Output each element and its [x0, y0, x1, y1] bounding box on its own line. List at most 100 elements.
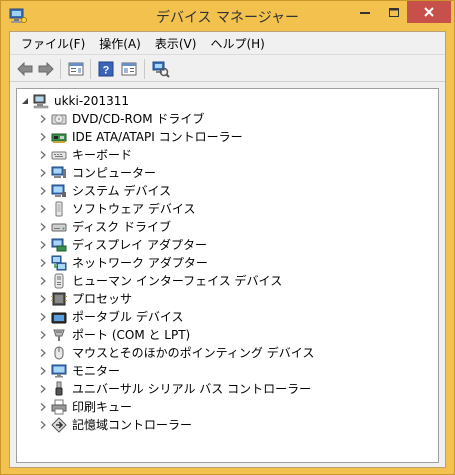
tree-item-label: システム デバイス: [72, 184, 172, 198]
expand-arrow-icon[interactable]: [38, 402, 48, 412]
tree-item[interactable]: ポート (COM と LPT): [17, 326, 438, 344]
properties-button[interactable]: [67, 60, 85, 78]
forward-icon: [38, 62, 54, 76]
system-device-icon: [51, 184, 66, 197]
maximize-button[interactable]: [381, 1, 407, 23]
tree-item[interactable]: ソフトウェア デバイス: [17, 200, 438, 218]
tree-item-label: コンピューター: [72, 166, 157, 180]
expand-arrow-icon[interactable]: [38, 366, 48, 376]
expand-arrow-icon[interactable]: [38, 114, 48, 124]
maximize-icon: [389, 7, 399, 17]
tree-item-label: ユニバーサル シリアル バス コントローラー: [72, 382, 312, 396]
hid-icon: [54, 273, 64, 289]
tree-item[interactable]: ユニバーサル シリアル バス コントローラー: [17, 380, 438, 398]
expand-arrow-icon[interactable]: [38, 222, 48, 232]
tree-item[interactable]: プロセッサ: [17, 290, 438, 308]
tree-item-label: DVD/CD-ROM ドライブ: [72, 112, 205, 126]
menu-help[interactable]: ヘルプ(H): [203, 33, 271, 54]
tree-item[interactable]: ディスプレイ アダプター: [17, 236, 438, 254]
close-button[interactable]: [407, 1, 451, 23]
back-button[interactable]: [16, 60, 34, 78]
menu-action[interactable]: 操作(A): [92, 33, 148, 54]
tree-item[interactable]: DVD/CD-ROM ドライブ: [17, 110, 438, 128]
dvd-drive-icon: [51, 114, 67, 125]
expand-arrow-icon[interactable]: [38, 204, 48, 214]
computer-root-icon: [33, 94, 49, 109]
display-adapter-icon: [51, 238, 67, 252]
forward-button[interactable]: [37, 60, 55, 78]
toolbar-separator: [60, 59, 61, 79]
view-button[interactable]: [120, 60, 138, 78]
expand-arrow-icon[interactable]: [38, 348, 48, 358]
tree-item[interactable]: システム デバイス: [17, 182, 438, 200]
expand-arrow-icon[interactable]: [38, 330, 48, 340]
expand-arrow-icon[interactable]: [38, 240, 48, 250]
title-bar[interactable]: デバイス マネージャー: [1, 1, 454, 31]
expand-arrow-icon[interactable]: [38, 294, 48, 304]
expand-arrow-icon[interactable]: [38, 258, 48, 268]
tree-item-label: ヒューマン インターフェイス デバイス: [72, 274, 283, 288]
tree-item-label: ソフトウェア デバイス: [72, 202, 196, 216]
expand-arrow-icon[interactable]: [38, 132, 48, 142]
back-icon: [17, 62, 33, 76]
help-button[interactable]: ?: [97, 60, 115, 78]
toolbar-separator: [144, 59, 145, 79]
toolbar-separator: [90, 59, 91, 79]
tree-item[interactable]: ディスク ドライブ: [17, 218, 438, 236]
computer-icon: [51, 166, 66, 178]
tree-item-label: キーボード: [72, 148, 133, 162]
software-device-icon: [55, 201, 63, 217]
view-icon: [121, 62, 137, 76]
tree-item[interactable]: 記憶域コントローラー: [17, 416, 438, 434]
tree-item-label: モニター: [72, 364, 121, 378]
port-icon: [53, 329, 65, 341]
tree-item-label: プロセッサ: [72, 292, 133, 306]
tree-root[interactable]: ukki-201311: [17, 92, 438, 110]
tree-item-label: 印刷キュー: [72, 400, 133, 414]
close-icon: [424, 7, 434, 17]
minimize-button[interactable]: [351, 1, 379, 23]
tree-item[interactable]: ヒューマン インターフェイス デバイス: [17, 272, 438, 290]
svg-text:?: ?: [103, 65, 110, 77]
device-manager-window: デバイス マネージャー ファイル(F) 操作(A) 表示(V) ヘルプ(H) ?…: [0, 0, 455, 475]
monitor-icon: [51, 364, 67, 378]
root-label: ukki-201311: [54, 94, 129, 108]
device-tree[interactable]: ukki-201311 DVD/CD-ROM ドライブ IDE ATA/ATAPI…: [16, 88, 439, 463]
expand-arrow-icon[interactable]: [38, 186, 48, 196]
tree-item-label: 記憶域コントローラー: [72, 418, 193, 432]
minimize-icon: [360, 12, 370, 14]
storage-controller-icon: [51, 417, 67, 433]
scan-hardware-button[interactable]: [152, 60, 170, 78]
properties-icon: [68, 62, 84, 76]
tree-item-label: IDE ATA/ATAPI コントローラー: [72, 130, 243, 144]
portable-device-icon: [51, 312, 67, 324]
expand-arrow-icon[interactable]: [38, 150, 48, 160]
tree-item-label: ディスプレイ アダプター: [72, 238, 207, 252]
printer-icon: [51, 399, 67, 415]
expand-arrow-icon[interactable]: [38, 384, 48, 394]
expand-arrow-icon[interactable]: [38, 168, 48, 178]
tree-item-label: ディスク ドライブ: [72, 220, 171, 234]
expand-arrow-icon[interactable]: [38, 420, 48, 430]
tree-item[interactable]: モニター: [17, 362, 438, 380]
collapse-arrow-icon[interactable]: [20, 96, 30, 106]
tree-item[interactable]: マウスとそのほかのポインティング デバイス: [17, 344, 438, 362]
menu-view[interactable]: 表示(V): [148, 33, 204, 54]
help-icon: ?: [98, 61, 114, 77]
menu-bar: ファイル(F) 操作(A) 表示(V) ヘルプ(H): [10, 32, 445, 54]
tree-item[interactable]: 印刷キュー: [17, 398, 438, 416]
tree-item-label: マウスとそのほかのポインティング デバイス: [72, 346, 315, 360]
processor-icon: [51, 292, 67, 306]
expand-arrow-icon[interactable]: [38, 312, 48, 322]
tree-item-label: ポート (COM と LPT): [72, 328, 191, 342]
tree-item[interactable]: ポータブル デバイス: [17, 308, 438, 326]
tree-item[interactable]: キーボード: [17, 146, 438, 164]
ide-controller-icon: [51, 133, 67, 143]
expand-arrow-icon[interactable]: [38, 276, 48, 286]
tree-item[interactable]: コンピューター: [17, 164, 438, 182]
menu-file[interactable]: ファイル(F): [14, 33, 92, 54]
tree-item[interactable]: ネットワーク アダプター: [17, 254, 438, 272]
network-adapter-icon: [51, 255, 67, 271]
tree-item[interactable]: IDE ATA/ATAPI コントローラー: [17, 128, 438, 146]
tree-item-label: ポータブル デバイス: [72, 310, 184, 324]
